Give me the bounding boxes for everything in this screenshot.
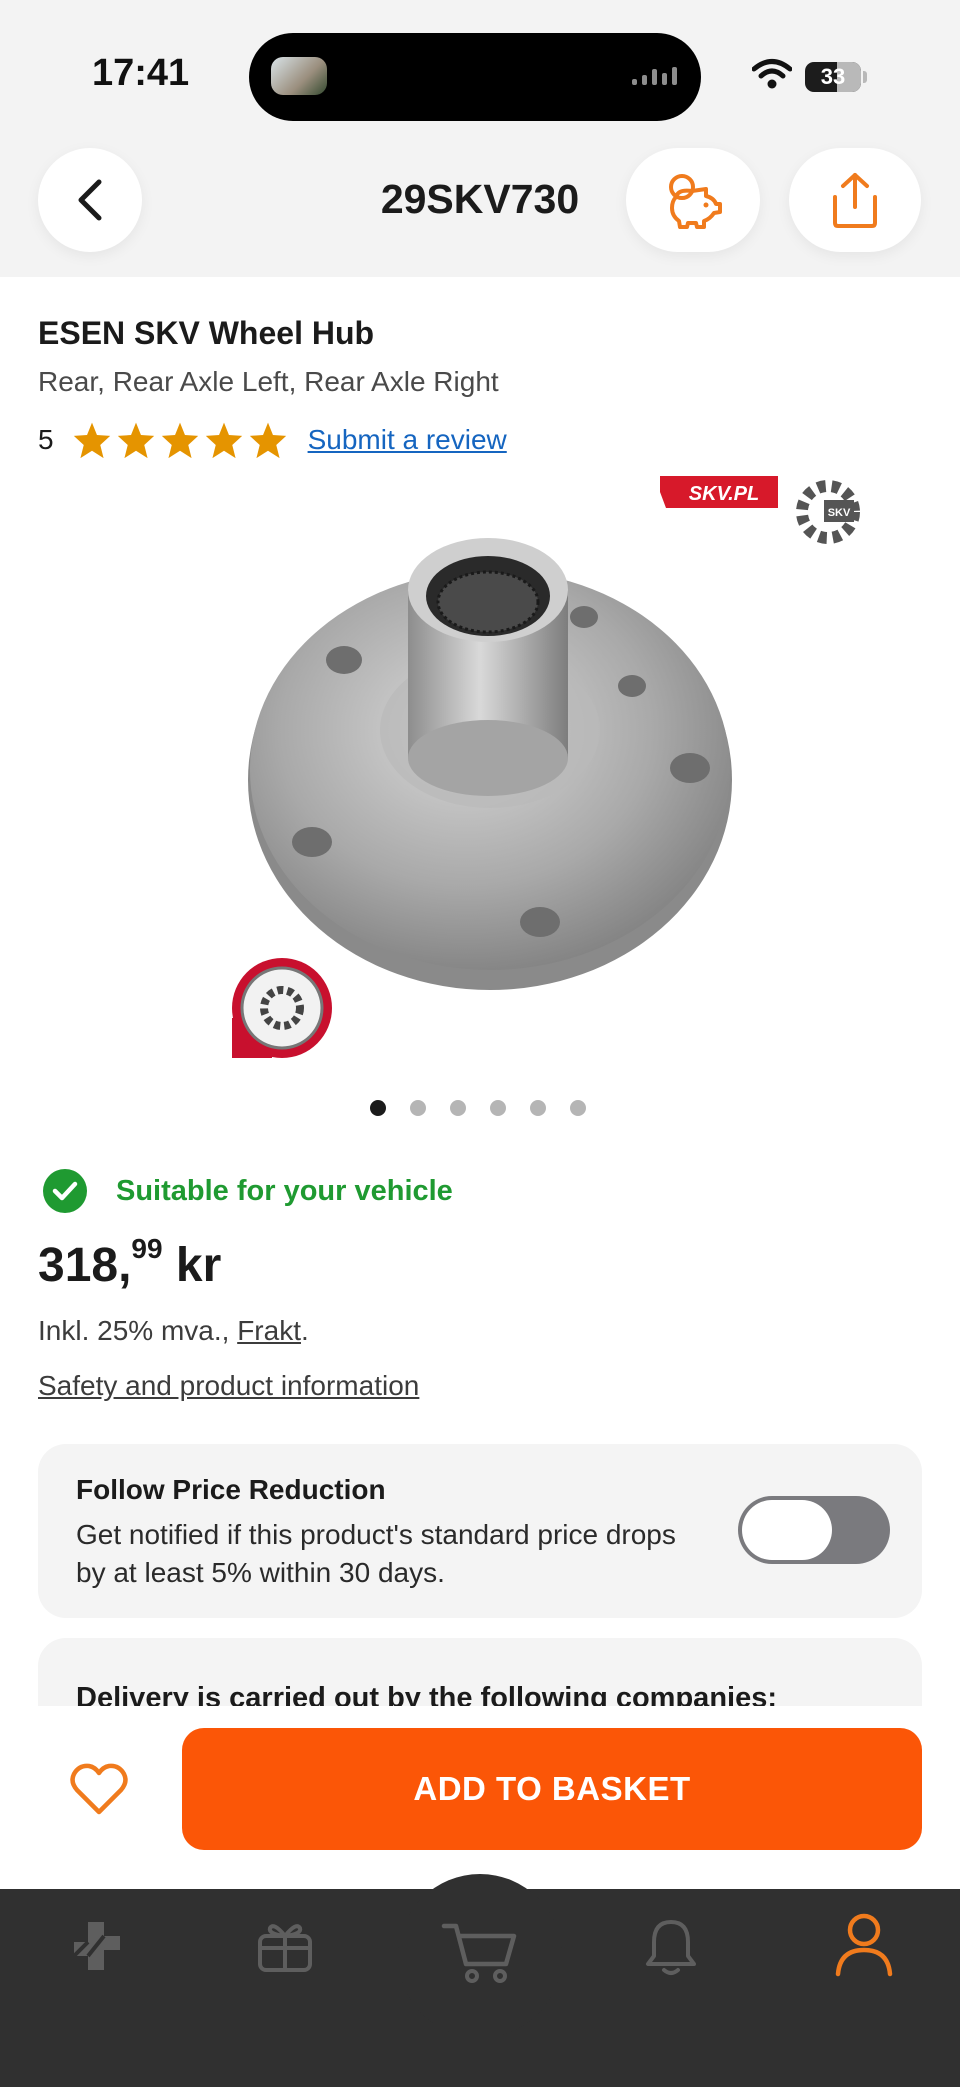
wifi-icon [752, 59, 792, 89]
piggy-bank-icon [669, 174, 722, 229]
skv-gear-logo: SKV [796, 480, 860, 544]
audio-bars-icon [632, 67, 677, 85]
price-decimals: 99 [131, 1233, 163, 1264]
carousel-dot-1[interactable] [370, 1100, 386, 1116]
check-circle-icon [43, 1169, 87, 1213]
dynamic-island [249, 33, 701, 121]
add-to-basket-button[interactable]: ADD TO BASKET [182, 1728, 922, 1850]
battery-level: 33 [820, 64, 846, 89]
star-icon [249, 422, 286, 459]
price-reduction-toggle[interactable] [738, 1496, 890, 1564]
product-position: Rear, Rear Axle Left, Rear Axle Right [38, 366, 499, 397]
star-icon [73, 422, 110, 459]
carousel-dot-5[interactable] [530, 1100, 546, 1116]
share-icon [833, 173, 877, 228]
chevron-left-icon [78, 179, 102, 221]
image-carousel-dots[interactable] [370, 1100, 586, 1116]
tab-notifications-icon[interactable] [642, 1916, 700, 1978]
svg-text:SKV.PL: SKV.PL [689, 483, 759, 505]
header-area: 17:41 33 29SKV730 [0, 0, 960, 277]
rating-number: 5 [38, 424, 54, 455]
carousel-dot-3[interactable] [450, 1100, 466, 1116]
rating-stars [72, 421, 288, 459]
shipping-link[interactable]: Frakt [237, 1315, 301, 1346]
submit-review-link[interactable]: Submit a review [308, 424, 507, 456]
product-image[interactable]: SKV.PL SKV [170, 470, 880, 1090]
share-button[interactable] [789, 148, 921, 252]
star-icon [161, 422, 198, 459]
safety-info-link[interactable]: Safety and product information [38, 1370, 419, 1402]
price-reduction-card: Follow Price Reduction Get notified if t… [38, 1444, 922, 1618]
carousel-dot-4[interactable] [490, 1100, 506, 1116]
vat-text: Inkl. 25% mva., [38, 1315, 238, 1346]
carousel-dot-6[interactable] [570, 1100, 586, 1116]
battery-indicator: 33 [805, 62, 861, 92]
svg-text:SKV: SKV [828, 507, 851, 519]
action-bar: ADD TO BASKET [0, 1706, 960, 1889]
savings-button[interactable] [626, 148, 760, 252]
vehicle-fit-indicator: Suitable for your vehicle [42, 1168, 453, 1214]
price-integer: 318, [38, 1239, 132, 1292]
vehicle-fit-text: Suitable for your vehicle [116, 1174, 453, 1207]
star-icon [205, 422, 242, 459]
tab-gift-icon[interactable] [254, 1916, 316, 1976]
star-icon [117, 422, 154, 459]
price-currency: kr [162, 1239, 222, 1292]
carousel-dot-2[interactable] [410, 1100, 426, 1116]
now-playing-thumbnail [271, 57, 327, 95]
tab-parts-icon[interactable] [66, 1916, 126, 1976]
skv-auto-parts-seal [232, 958, 332, 1058]
heart-icon[interactable] [68, 1762, 130, 1818]
back-button[interactable] [38, 148, 142, 252]
price-reduction-description: Get notified if this product's standard … [76, 1519, 676, 1588]
tab-cart-icon[interactable] [440, 1918, 520, 1988]
rating-row: 5 Submit a review [38, 420, 507, 460]
product-title: ESEN SKV Wheel Hub [38, 315, 375, 351]
price-reduction-title: Follow Price Reduction [76, 1474, 386, 1505]
vat-suffix: . [300, 1315, 309, 1346]
tab-account-icon[interactable] [834, 1912, 894, 1978]
status-time: 17:41 [92, 52, 190, 94]
skv-pl-badge: SKV.PL [660, 476, 778, 508]
price: 318,99 kr [38, 1233, 222, 1293]
battery-tip [863, 71, 867, 83]
vat-info: Inkl. 25% mva., Frakt. [38, 1315, 309, 1347]
toggle-knob [742, 1500, 832, 1560]
